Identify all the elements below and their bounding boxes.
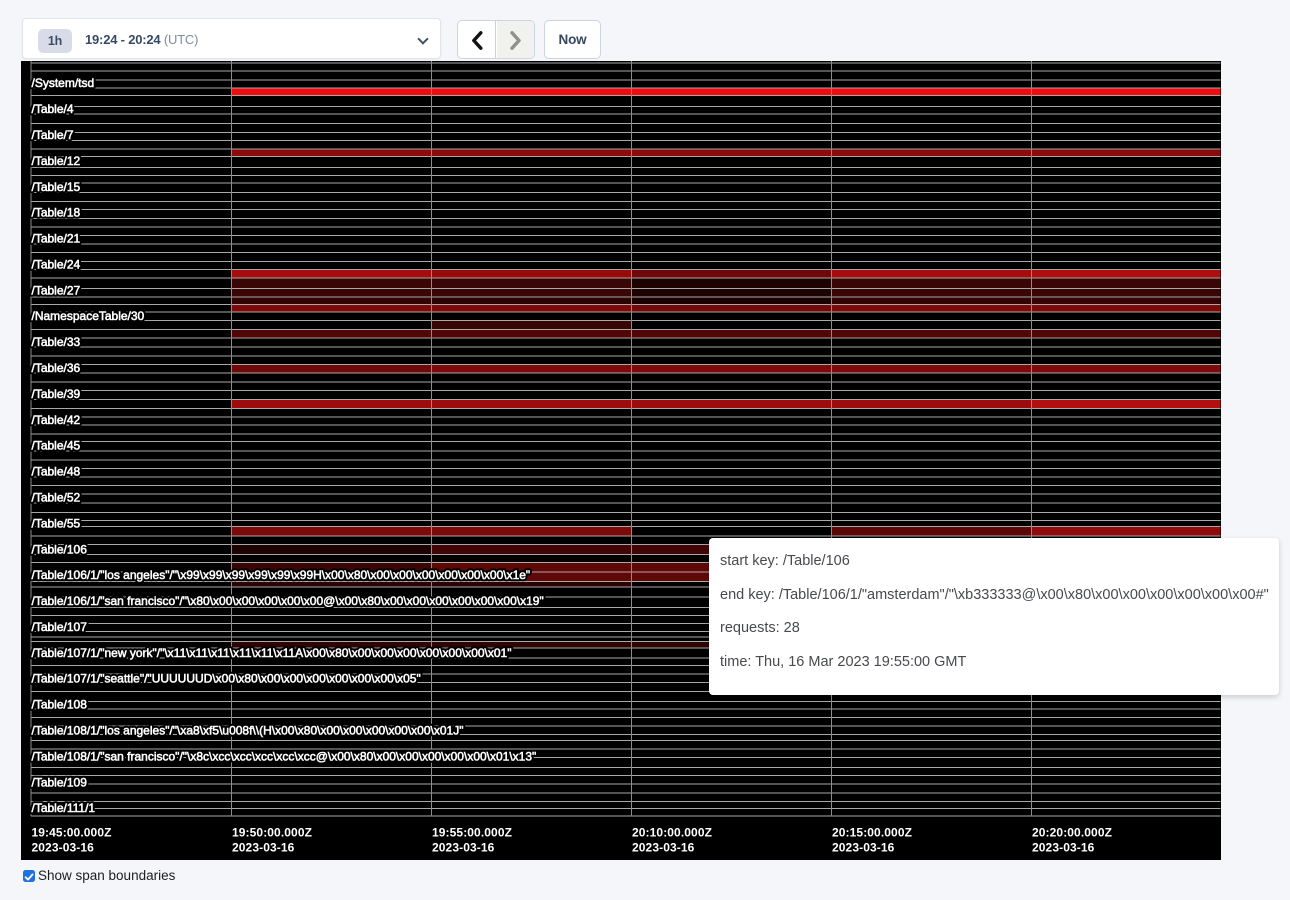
svg-text:/Table/36: /Table/36 <box>32 361 81 375</box>
svg-text:/Table/106/1/"san francisco"/": /Table/106/1/"san francisco"/"\x80\x00\x… <box>32 594 544 608</box>
svg-text:2023-03-16: 2023-03-16 <box>832 841 895 855</box>
svg-text:/System/tsd: /System/tsd <box>32 76 95 90</box>
svg-text:20:15:00.000Z: 20:15:00.000Z <box>832 826 912 840</box>
svg-text:/Table/45: /Table/45 <box>32 439 81 453</box>
svg-text:/Table/55: /Table/55 <box>32 516 81 530</box>
svg-text:/Table/106: /Table/106 <box>32 542 88 556</box>
svg-text:/Table/52: /Table/52 <box>32 491 81 505</box>
svg-text:/Table/7: /Table/7 <box>32 128 74 142</box>
svg-text:/Table/107: /Table/107 <box>32 620 88 634</box>
svg-text:/Table/39: /Table/39 <box>32 387 81 401</box>
svg-text:/Table/27: /Table/27 <box>32 283 81 297</box>
svg-text:2023-03-16: 2023-03-16 <box>632 841 695 855</box>
svg-text:20:10:00.000Z: 20:10:00.000Z <box>632 826 712 840</box>
svg-text:/Table/106/1/"los angeles"/"\x: /Table/106/1/"los angeles"/"\x99\x99\x99… <box>32 568 531 582</box>
svg-text:2023-03-16: 2023-03-16 <box>232 841 295 855</box>
svg-text:/Table/109: /Table/109 <box>32 775 88 789</box>
svg-text:19:55:00.000Z: 19:55:00.000Z <box>432 826 512 840</box>
svg-text:2023-03-16: 2023-03-16 <box>1032 841 1095 855</box>
svg-text:2023-03-16: 2023-03-16 <box>32 841 95 855</box>
svg-text:/Table/24: /Table/24 <box>32 258 81 272</box>
svg-text:20:20:00.000Z: 20:20:00.000Z <box>1032 826 1112 840</box>
svg-text:/Table/42: /Table/42 <box>32 413 81 427</box>
svg-text:/Table/107/1/"seattle"/"UUUUUU: /Table/107/1/"seattle"/"UUUUUUD\x00\x80\… <box>32 672 421 686</box>
svg-text:/Table/107/1/"new york"/"\x11\: /Table/107/1/"new york"/"\x11\x11\x11\x1… <box>32 646 512 660</box>
svg-text:/Table/33: /Table/33 <box>32 335 81 349</box>
svg-text:/NamespaceTable/30: /NamespaceTable/30 <box>32 309 145 323</box>
svg-text:/Table/108/1/"san francisco"/": /Table/108/1/"san francisco"/"\x8c\xcc\x… <box>32 749 537 763</box>
svg-text:/Table/4: /Table/4 <box>32 102 74 116</box>
svg-text:/Table/48: /Table/48 <box>32 465 81 479</box>
svg-text:/Table/108: /Table/108 <box>32 698 88 712</box>
svg-text:/Table/12: /Table/12 <box>32 154 81 168</box>
svg-text:19:45:00.000Z: 19:45:00.000Z <box>32 826 112 840</box>
svg-text:2023-03-16: 2023-03-16 <box>432 841 495 855</box>
svg-text:/Table/18: /Table/18 <box>32 206 81 220</box>
svg-text:/Table/21: /Table/21 <box>32 232 81 246</box>
svg-text:/Table/108/1/"los angeles"/"\x: /Table/108/1/"los angeles"/"\xa8\xf5\u00… <box>32 724 464 738</box>
svg-text:19:50:00.000Z: 19:50:00.000Z <box>232 826 312 840</box>
svg-text:/Table/111/1: /Table/111/1 <box>32 801 96 815</box>
svg-text:/Table/15: /Table/15 <box>32 180 81 194</box>
